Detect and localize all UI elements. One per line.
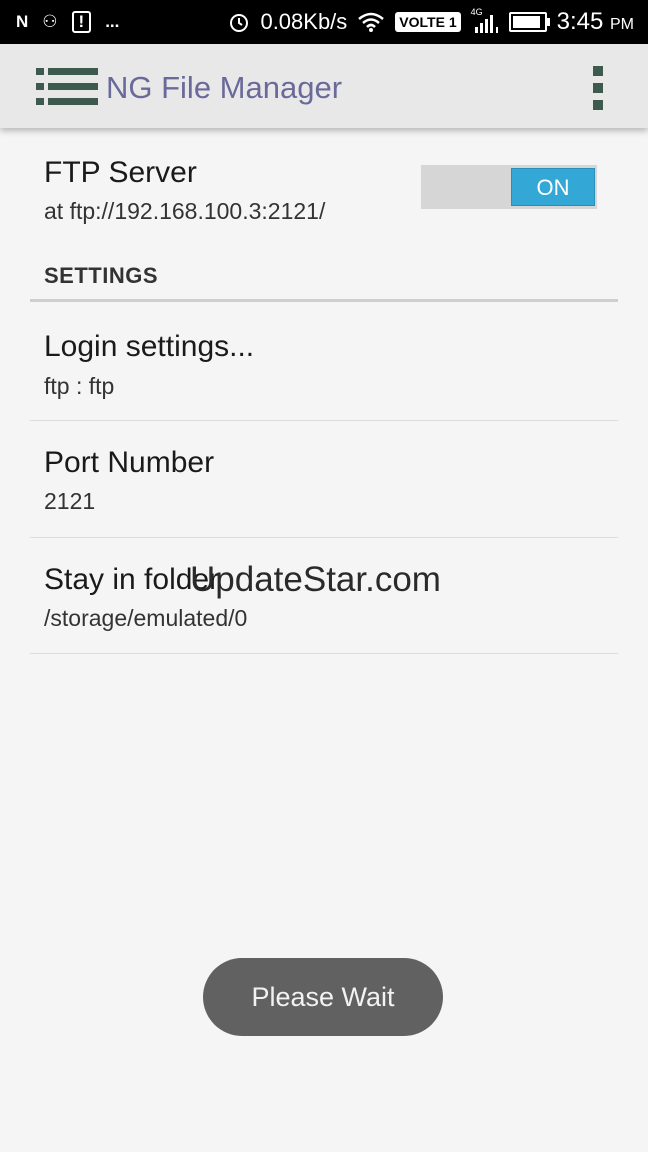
notification-n-icon: N	[16, 12, 29, 31]
battery-level	[512, 16, 540, 28]
notification-more-icon: ...	[105, 12, 120, 31]
login-settings-subtitle: ftp : ftp	[44, 373, 115, 399]
ftp-server-toggle[interactable]: ON	[421, 165, 597, 209]
stay-in-folder-subtitle: /storage/emulated/0	[44, 605, 248, 631]
watermark-text: UpdateStar.com	[190, 560, 441, 599]
network-speed: 0.08Kb/s	[260, 9, 348, 34]
status-clock: 3:45 PM	[557, 8, 634, 36]
wifi-icon	[358, 12, 385, 32]
app-title: NG File Manager	[106, 70, 343, 105]
please-wait-toast: Please Wait	[203, 958, 443, 1036]
notification-alert-icon: !	[71, 11, 92, 33]
item-divider	[30, 653, 618, 654]
ftp-server-address: at ftp://192.168.100.3:2121/	[44, 198, 326, 224]
port-number-subtitle: 2121	[44, 488, 96, 514]
status-bar: N ⚇ ! ... 0.08Kb/s VOLTE 1 4G 3:45 PM	[0, 0, 648, 44]
clock-ampm: PM	[610, 16, 634, 33]
clock-time: 3:45	[556, 8, 604, 35]
toggle-on-label: ON	[511, 168, 595, 206]
status-left-icons: N ⚇ ! ...	[16, 9, 119, 35]
app-bar: NG File Manager	[0, 44, 648, 128]
ftp-server-title: FTP Server	[44, 156, 197, 189]
status-right-icons: 0.08Kb/s VOLTE 1 4G 3:45 PM	[228, 7, 634, 36]
volte-badge: VOLTE 1	[395, 12, 461, 32]
port-number-item[interactable]: Port Number 2121	[30, 421, 618, 537]
more-vert-icon[interactable]	[590, 64, 606, 112]
hamburger-list-icon[interactable]	[36, 66, 98, 108]
login-settings-item[interactable]: Login settings... ftp : ftp	[30, 302, 618, 420]
battery-icon	[508, 12, 550, 32]
port-number-title: Port Number	[44, 446, 215, 479]
notification-car-icon: ⚇	[42, 12, 58, 31]
login-settings-title: Login settings...	[44, 330, 255, 363]
signal-icon: 4G	[471, 7, 499, 35]
alarm-icon	[230, 14, 249, 32]
settings-header: SETTINGS	[44, 263, 159, 288]
